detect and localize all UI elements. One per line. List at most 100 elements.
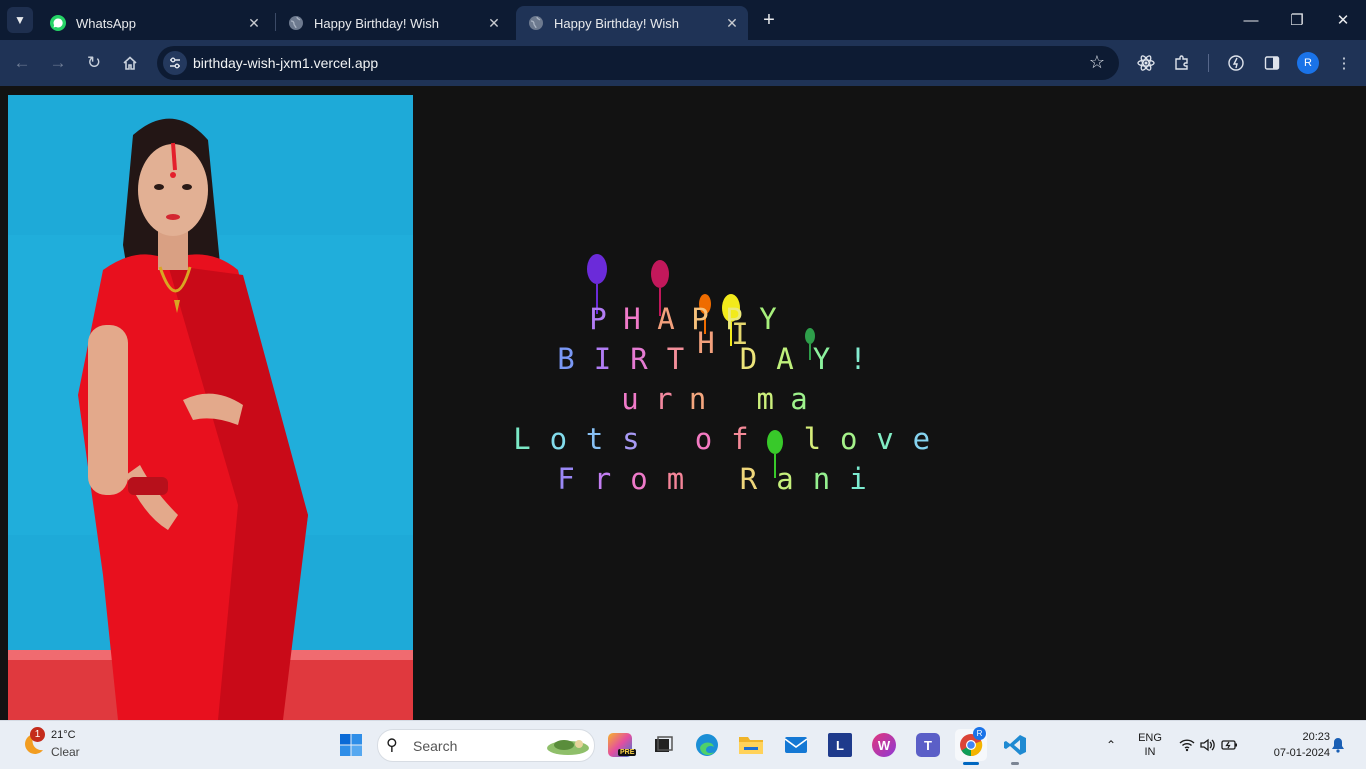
wish-letter: P	[589, 302, 606, 336]
wish-letter: I	[594, 342, 611, 376]
teams-icon: T	[916, 733, 940, 757]
clock[interactable]: 20:23 07-01-2024	[1254, 729, 1330, 761]
wish-letter: Y	[813, 342, 830, 376]
tab-title: Happy Birthday! Wish	[314, 15, 439, 31]
wish-letter: F	[557, 462, 574, 496]
windows-logo-icon	[340, 734, 362, 756]
more-vertical-icon: ⋮	[1336, 55, 1352, 72]
arrow-right-icon: →	[49, 53, 67, 72]
profile-avatar[interactable]: R	[1297, 52, 1319, 74]
show-hidden-icons-button[interactable]: ⌃	[1100, 721, 1122, 769]
atom-icon	[1137, 55, 1155, 71]
notifications-button[interactable]	[1328, 721, 1348, 769]
taskbar-wps-office[interactable]: W	[868, 729, 900, 761]
wish-letter: m	[756, 382, 773, 416]
new-tab-button[interactable]: +	[758, 8, 780, 32]
wish-letter: A	[776, 342, 793, 376]
wish-letter: i	[849, 462, 866, 496]
wish-letter: B	[557, 342, 574, 376]
whatsapp-icon	[50, 15, 66, 31]
speedometer-icon	[1228, 55, 1244, 71]
wish-letter: R	[630, 342, 648, 376]
arrow-left-icon: ←	[13, 53, 31, 72]
search-icon: ⚲	[386, 737, 398, 754]
react-devtools-extension[interactable]	[1135, 52, 1157, 74]
extensions-button[interactable]	[1171, 52, 1193, 74]
wish-letter: Y	[759, 302, 776, 336]
wish-letter: r	[594, 462, 611, 496]
search-highlight-icon	[547, 740, 589, 755]
tab-title: WhatsApp	[76, 15, 136, 31]
language-code: ENG	[1138, 732, 1162, 744]
running-indicator	[1011, 762, 1019, 765]
close-window-button[interactable]: ✕	[1320, 0, 1366, 40]
minimize-icon: —	[1243, 11, 1259, 29]
taskbar-copilot[interactable]: PRE	[604, 729, 637, 761]
taskbar-vscode[interactable]	[999, 729, 1031, 765]
wish-letter: !	[849, 342, 866, 376]
home-button[interactable]	[117, 50, 143, 76]
weather-condition: Clear	[51, 745, 80, 759]
url-text[interactable]: birthday-wish-jxm1.vercel.app	[193, 55, 378, 71]
preview-label: PRE	[618, 749, 637, 756]
close-icon[interactable]: ✕	[722, 15, 742, 32]
language-indicator[interactable]: ENG IN	[1133, 721, 1167, 769]
taskbar-edge[interactable]	[691, 729, 723, 761]
browser-menu-button[interactable]: ⋮	[1333, 52, 1355, 74]
bookmark-star-icon[interactable]: ☆	[1089, 52, 1105, 73]
chrome-profile-badge: R	[973, 727, 986, 740]
close-icon[interactable]: ✕	[244, 15, 264, 32]
notification-badge: 1	[30, 727, 45, 742]
address-bar[interactable]: birthday-wish-jxm1.vercel.app ☆	[157, 46, 1119, 80]
wish-letter: f	[731, 422, 748, 456]
tune-icon	[170, 57, 180, 69]
taskbar-task-view[interactable]	[647, 729, 679, 761]
wps-icon: W	[872, 733, 896, 757]
wish-letter: H	[623, 302, 640, 336]
globe-icon	[288, 15, 304, 31]
wifi-icon	[1179, 739, 1195, 752]
restore-button[interactable]: ❐	[1274, 0, 1320, 40]
taskbar-chrome[interactable]: R	[955, 727, 987, 765]
close-icon[interactable]: ✕	[484, 15, 504, 32]
forward-button[interactable]: →	[45, 50, 71, 76]
minimize-button[interactable]: —	[1228, 0, 1274, 40]
wish-letter: m	[667, 462, 684, 496]
wish-letter: e	[913, 422, 930, 456]
chevron-down-icon: ▼	[14, 13, 26, 27]
performance-button[interactable]	[1225, 52, 1247, 74]
wish-letter: l	[804, 422, 821, 456]
task-view-icon	[655, 736, 673, 752]
wish-letter: a	[790, 382, 807, 416]
home-icon	[123, 56, 137, 70]
birthday-wish-animation: P H A P P YB I R T D A Y !u r n m aL o t s o f l o v eF r o m Ra n iH I	[513, 254, 930, 496]
running-indicator	[963, 762, 979, 765]
tab-birthday-wish-1[interactable]: Happy Birthday! Wish ✕	[276, 6, 510, 40]
wish-letter: R	[740, 462, 758, 496]
quick-settings-button[interactable]	[1176, 721, 1242, 769]
edge-icon	[696, 734, 718, 756]
tab-title: Happy Birthday! Wish	[554, 15, 679, 31]
reload-button[interactable]: ↻	[81, 50, 107, 76]
taskbar-file-explorer[interactable]	[735, 729, 767, 761]
start-button[interactable]	[339, 733, 363, 757]
tab-whatsapp[interactable]: WhatsApp ✕	[38, 6, 270, 40]
wish-letter: A	[657, 302, 674, 336]
back-button[interactable]: ←	[9, 50, 35, 76]
close-icon: ✕	[1336, 12, 1350, 29]
tab-birthday-wish-2[interactable]: Happy Birthday! Wish ✕	[516, 6, 748, 40]
wish-letter: T	[667, 342, 684, 376]
side-panel-button[interactable]	[1261, 52, 1283, 74]
taskbar-l-app[interactable]: L	[824, 729, 856, 761]
search-placeholder: Search	[413, 738, 458, 754]
taskbar-teams[interactable]: T	[912, 729, 944, 761]
side-panel-icon	[1264, 56, 1280, 70]
chevron-up-icon: ⌃	[1105, 738, 1117, 752]
taskbar-mail[interactable]	[780, 729, 812, 761]
tab-search-button[interactable]: ▼	[7, 7, 33, 33]
puzzle-icon	[1175, 55, 1188, 70]
site-info-button[interactable]	[163, 51, 187, 75]
wish-letter: v	[876, 422, 893, 456]
taskbar-search[interactable]: ⚲ Search	[377, 729, 595, 762]
battery-charging-icon	[1221, 740, 1237, 750]
